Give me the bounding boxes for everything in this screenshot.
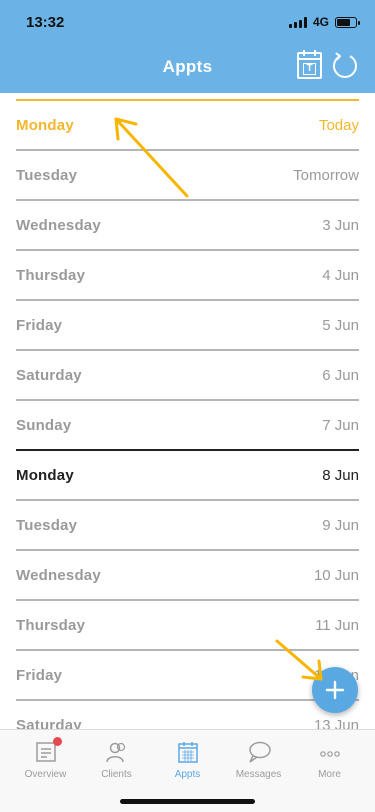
day-row[interactable]: Tuesday 9 Jun [16, 499, 359, 549]
day-date: 9 Jun [322, 516, 359, 534]
chat-icon [246, 740, 272, 764]
tab-label: Overview [24, 769, 67, 780]
day-date: 8 Jun [322, 466, 359, 484]
home-indicator[interactable] [120, 799, 255, 804]
day-row[interactable]: Wednesday 10 Jun [16, 549, 359, 599]
calendar-icon [175, 740, 201, 764]
day-date: Today [318, 116, 359, 134]
tab-messages[interactable]: Messages [221, 732, 296, 780]
day-date: 7 Jun [322, 416, 359, 434]
day-name: Friday [16, 666, 63, 684]
day-date: Tomorrow [293, 166, 359, 184]
signal-icon [288, 16, 307, 28]
notification-badge [52, 737, 62, 746]
battery-icon [335, 16, 360, 28]
day-date: 3 Jun [322, 216, 359, 234]
day-date: 4 Jun [322, 266, 359, 284]
network-type: 4G [312, 15, 329, 29]
tab-label: Messages [235, 769, 282, 780]
day-row[interactable]: Saturday 6 Jun [16, 349, 359, 399]
tab-more[interactable]: More [292, 732, 367, 780]
day-name: Wednesday [16, 216, 101, 234]
add-appointment-button[interactable] [312, 667, 358, 713]
tab-label: Appts [174, 769, 201, 780]
day-row[interactable]: Friday 5 Jun [16, 299, 359, 349]
today-calendar-button[interactable]: T [297, 50, 322, 79]
day-name: Thursday [16, 266, 86, 284]
day-name: Friday [16, 316, 63, 334]
appointments-list: Monday Today Tuesday Tomorrow Wednesday … [0, 99, 375, 749]
day-row[interactable]: Thursday 11 Jun [16, 599, 359, 649]
day-date: 6 Jun [322, 366, 359, 384]
day-row[interactable]: Thursday 4 Jun [16, 249, 359, 299]
day-name: Wednesday [16, 566, 101, 584]
day-row[interactable]: Sunday 7 Jun [16, 399, 359, 449]
clients-icon [104, 740, 130, 764]
today-letter: T [303, 63, 316, 75]
day-date: 10 Jun [313, 566, 359, 584]
tab-overview[interactable]: Overview [8, 732, 83, 780]
status-time: 13:32 [26, 14, 65, 31]
day-name: Sunday [16, 416, 72, 434]
more-icon [317, 740, 343, 764]
day-name: Tuesday [16, 516, 78, 534]
day-name: Thursday [16, 616, 86, 634]
day-row[interactable]: Monday Today [16, 99, 359, 149]
refresh-icon[interactable] [331, 52, 359, 80]
day-date: 11 Jun [315, 616, 359, 634]
day-date: 5 Jun [322, 316, 359, 334]
tab-label: Clients [101, 769, 132, 780]
overview-icon [33, 737, 62, 764]
status-indicators: 4G [288, 15, 360, 29]
tab-clients[interactable]: Clients [79, 732, 154, 780]
tab-appts[interactable]: Appts [150, 732, 225, 780]
tab-label: More [318, 769, 341, 780]
day-row[interactable]: Monday 8 Jun [16, 449, 359, 499]
day-row[interactable]: Wednesday 3 Jun [16, 199, 359, 249]
day-name: Monday [16, 466, 74, 484]
day-name: Tuesday [16, 166, 78, 184]
day-row[interactable]: Tuesday Tomorrow [16, 149, 359, 199]
app-header: 13:32 4G Appts T [0, 0, 375, 93]
plus-icon [325, 680, 345, 700]
day-name: Saturday [16, 366, 82, 384]
day-row[interactable]: Friday 12 Jun [16, 649, 359, 699]
day-name: Monday [16, 116, 74, 134]
